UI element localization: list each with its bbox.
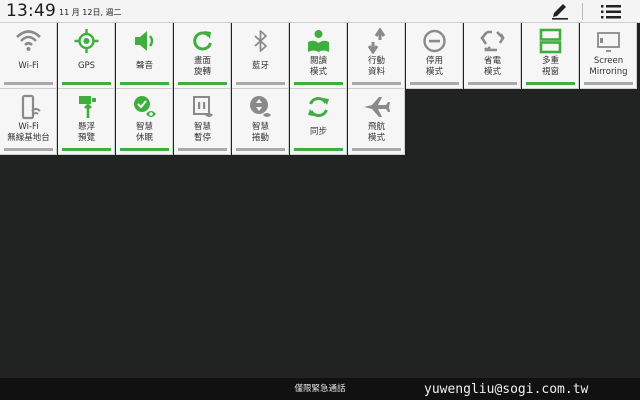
list-menu-icon[interactable]: [600, 2, 622, 21]
toggle-rotate[interactable]: 畫面 旋轉: [174, 23, 231, 89]
toggle-state-indicator: [526, 82, 575, 85]
toggle-state-indicator: [468, 82, 517, 85]
multi-window-icon: [539, 28, 562, 54]
watermark-text: yuwengliu@sogi.com.tw: [424, 382, 589, 397]
toggle-smart-scroll[interactable]: 智慧 捲動: [232, 89, 289, 155]
quick-settings-grid: Wi-Fi GPS 聲音 畫面 旋轉 藍牙 閱讀 模式 行動 資料 停用 模式 省電 模式 多重 …: [0, 23, 640, 155]
toggle-sound[interactable]: 聲音: [116, 23, 173, 89]
toggle-label: 飛航 模式: [367, 122, 385, 143]
toggle-sync[interactable]: 同步: [290, 89, 347, 155]
toggle-smart-pause[interactable]: 智慧 暫停: [174, 89, 231, 155]
toggle-bluetooth[interactable]: 藍牙: [232, 23, 289, 89]
toggle-blocking-mode[interactable]: 停用 模式: [406, 23, 463, 89]
power-saving-icon: [480, 30, 505, 52]
toggle-label: 智慧 休眠: [135, 122, 153, 143]
smart-stay-icon: [134, 96, 156, 117]
toggle-label: 藍牙: [251, 61, 269, 71]
toggle-label: 畫面 旋轉: [193, 56, 211, 77]
sound-icon: [135, 31, 154, 51]
clock-date: 11 月 12日, 週二: [59, 8, 122, 17]
bluetooth-icon: [254, 30, 267, 52]
toggle-label: 停用 模式: [425, 56, 443, 77]
clock-time: 13:49: [6, 1, 56, 21]
toggle-state-indicator: [120, 82, 169, 85]
toggle-label: 行動 資料: [367, 56, 385, 77]
toggle-state-indicator: [4, 148, 53, 151]
smart-scroll-icon: [250, 96, 271, 117]
toggle-label: Screen Mirroring: [589, 56, 628, 77]
toggle-label: 智慧 捲動: [251, 122, 269, 143]
toggle-state-indicator: [62, 82, 111, 85]
toggle-state-indicator: [294, 82, 343, 85]
toggle-screen-mirroring[interactable]: Screen Mirroring: [580, 23, 637, 89]
status-bar: 13:49 11 月 12日, 週二: [0, 0, 640, 23]
air-view-icon: [79, 96, 96, 118]
rotate-icon: [193, 31, 212, 51]
toggle-reading-mode[interactable]: 閱讀 模式: [290, 23, 347, 89]
airplane-mode-icon: [364, 97, 390, 117]
toggle-state-indicator: [178, 148, 227, 151]
toggle-label: Wi-Fi 無線基地台: [7, 122, 50, 143]
toggle-label: 多重 視窗: [541, 56, 559, 77]
toggle-gps[interactable]: GPS: [58, 23, 115, 89]
toggle-state-indicator: [584, 82, 633, 85]
toggle-state-indicator: [120, 148, 169, 151]
gps-icon: [74, 29, 99, 53]
toggle-state-indicator: [294, 148, 343, 151]
smart-pause-icon: [193, 96, 213, 117]
toggle-smart-stay[interactable]: 智慧 休眠: [116, 89, 173, 155]
edit-pencil-icon[interactable]: [549, 2, 571, 21]
sync-icon: [308, 96, 329, 118]
toggle-label: GPS: [77, 61, 96, 71]
toggle-label: 同步: [309, 127, 327, 137]
toggle-air-view[interactable]: 懸浮 預覽: [58, 89, 115, 155]
toggle-state-indicator: [236, 82, 285, 85]
toggle-airplane-mode[interactable]: 飛航 模式: [348, 89, 405, 155]
screen-mirroring-icon: [597, 32, 620, 52]
toggle-state-indicator: [178, 82, 227, 85]
toggle-wifi[interactable]: Wi-Fi: [0, 23, 57, 89]
status-divider: [582, 3, 583, 20]
toggle-state-indicator: [62, 148, 111, 151]
toggle-state-indicator: [352, 82, 401, 85]
toggle-multi-window[interactable]: 多重 視窗: [522, 23, 579, 89]
mobile-data-icon: [367, 28, 386, 54]
toggle-state-indicator: [4, 82, 53, 85]
blocking-mode-icon: [423, 29, 446, 53]
toggle-wifi-hotspot[interactable]: Wi-Fi 無線基地台: [0, 89, 57, 155]
toggle-state-indicator: [236, 148, 285, 151]
wifi-hotspot-icon: [21, 94, 41, 120]
toggle-label: 懸浮 預覽: [77, 122, 95, 143]
toggle-label: 智慧 暫停: [193, 122, 211, 143]
toggle-label: 閱讀 模式: [309, 56, 327, 77]
toggle-state-indicator: [352, 148, 401, 151]
toggle-label: 省電 模式: [483, 56, 501, 77]
reading-mode-icon: [308, 30, 329, 52]
toggle-power-saving[interactable]: 省電 模式: [464, 23, 521, 89]
toggle-label: Wi-Fi: [18, 61, 39, 71]
toggle-state-indicator: [410, 82, 459, 85]
toggle-label: 聲音: [135, 61, 153, 71]
wifi-icon: [16, 30, 41, 51]
toggle-mobile-data[interactable]: 行動 資料: [348, 23, 405, 89]
